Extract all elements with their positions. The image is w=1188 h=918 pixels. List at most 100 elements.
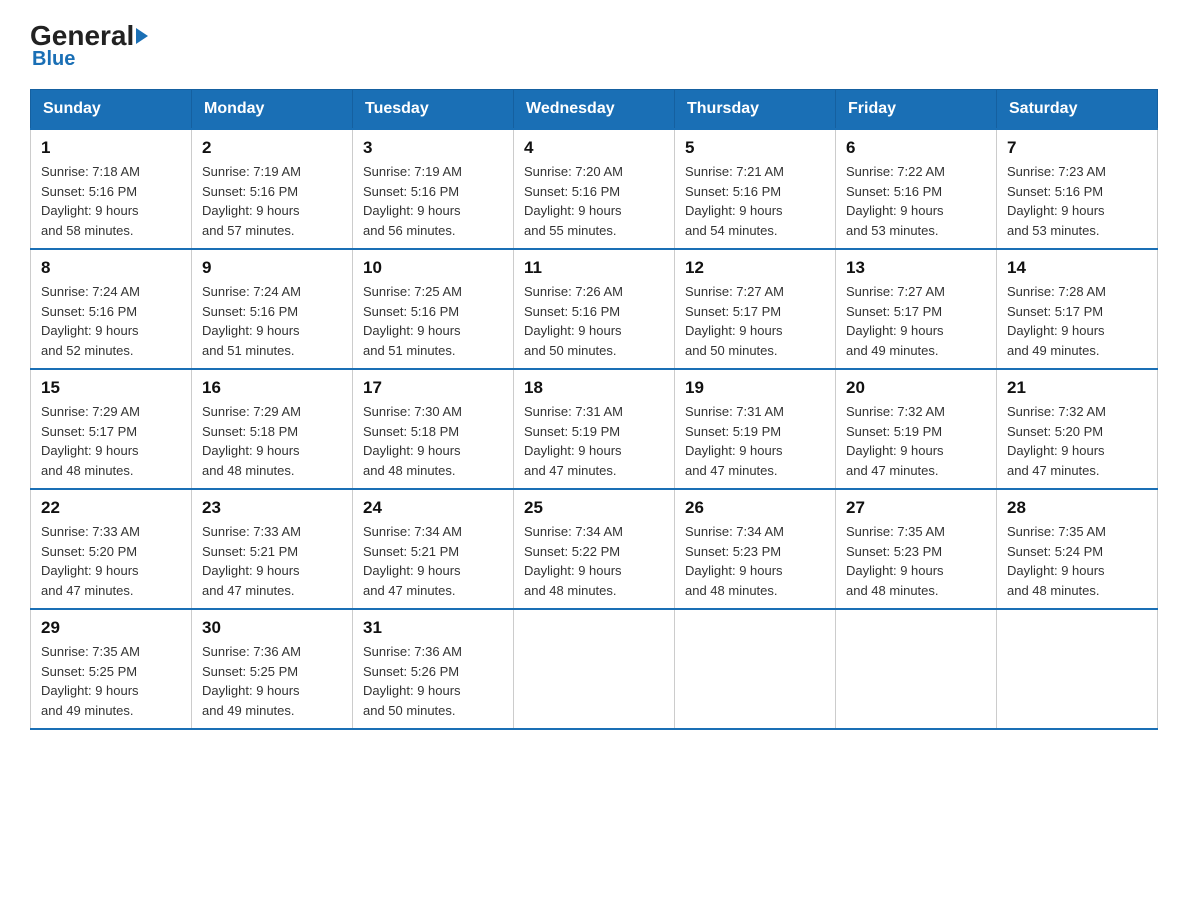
day-info: Sunrise: 7:36 AMSunset: 5:25 PMDaylight:…	[202, 642, 342, 720]
column-header-tuesday: Tuesday	[353, 90, 514, 130]
day-number: 21	[1007, 378, 1147, 398]
calendar-cell: 21 Sunrise: 7:32 AMSunset: 5:20 PMDayligh…	[997, 369, 1158, 489]
calendar-week-5: 29Sunrise: 7:35 AMSunset: 5:25 PMDayligh…	[31, 609, 1158, 729]
day-number: 22	[41, 498, 181, 518]
day-number: 9	[202, 258, 342, 278]
day-info: Sunrise: 7:34 AMSunset: 5:21 PMDaylight:…	[363, 522, 503, 600]
column-header-friday: Friday	[836, 90, 997, 130]
calendar-cell: 17 Sunrise: 7:30 AMSunset: 5:18 PMDayligh…	[353, 369, 514, 489]
day-number: 24	[363, 498, 503, 518]
day-info: Sunrise: 7:24 AMSunset: 5:16 PMDaylight:…	[202, 282, 342, 360]
day-info: Sunrise: 7:29 AMSunset: 5:17 PMDaylight:…	[41, 402, 181, 480]
calendar-cell: 31Sunrise: 7:36 AMSunset: 5:26 PMDayligh…	[353, 609, 514, 729]
calendar-cell: 22Sunrise: 7:33 AMSunset: 5:20 PMDayligh…	[31, 489, 192, 609]
calendar-cell: 3Sunrise: 7:19 AMSunset: 5:16 PMDaylight…	[353, 129, 514, 249]
calendar-cell: 6 Sunrise: 7:22 AMSunset: 5:16 PMDaylight…	[836, 129, 997, 249]
column-header-sunday: Sunday	[31, 90, 192, 130]
calendar-cell: 7Sunrise: 7:23 AMSunset: 5:16 PMDaylight…	[997, 129, 1158, 249]
calendar-cell: 15 Sunrise: 7:29 AMSunset: 5:17 PMDayligh…	[31, 369, 192, 489]
day-number: 10	[363, 258, 503, 278]
day-info: Sunrise: 7:21 AMSunset: 5:16 PMDaylight:…	[685, 162, 825, 240]
day-number: 28	[1007, 498, 1147, 518]
day-number: 8	[41, 258, 181, 278]
calendar-cell: 13 Sunrise: 7:27 AMSunset: 5:17 PMDayligh…	[836, 249, 997, 369]
day-number: 14	[1007, 258, 1147, 278]
day-info: Sunrise: 7:25 AMSunset: 5:16 PMDaylight:…	[363, 282, 503, 360]
day-number: 27	[846, 498, 986, 518]
calendar-week-1: 1 Sunrise: 7:18 AMSunset: 5:16 PMDaylight…	[31, 129, 1158, 249]
day-info: Sunrise: 7:31 AMSunset: 5:19 PMDaylight:…	[685, 402, 825, 480]
calendar-cell: 11Sunrise: 7:26 AMSunset: 5:16 PMDayligh…	[514, 249, 675, 369]
day-info: Sunrise: 7:34 AMSunset: 5:22 PMDaylight:…	[524, 522, 664, 600]
day-info: Sunrise: 7:19 AMSunset: 5:16 PMDaylight:…	[363, 162, 503, 240]
calendar-header-row: SundayMondayTuesdayWednesdayThursdayFrid…	[31, 90, 1158, 130]
day-info: Sunrise: 7:28 AMSunset: 5:17 PMDaylight:…	[1007, 282, 1147, 360]
day-number: 17	[363, 378, 503, 398]
day-info: Sunrise: 7:32 AMSunset: 5:20 PMDaylight:…	[1007, 402, 1147, 480]
day-number: 23	[202, 498, 342, 518]
day-info: Sunrise: 7:36 AMSunset: 5:26 PMDaylight:…	[363, 642, 503, 720]
day-number: 2	[202, 138, 342, 158]
day-number: 25	[524, 498, 664, 518]
page-header: General Blue	[30, 20, 1158, 71]
calendar-cell: 23 Sunrise: 7:33 AMSunset: 5:21 PMDayligh…	[192, 489, 353, 609]
day-info: Sunrise: 7:33 AMSunset: 5:21 PMDaylight:…	[202, 522, 342, 600]
calendar-cell: 24 Sunrise: 7:34 AMSunset: 5:21 PMDayligh…	[353, 489, 514, 609]
calendar-week-4: 22Sunrise: 7:33 AMSunset: 5:20 PMDayligh…	[31, 489, 1158, 609]
day-info: Sunrise: 7:19 AMSunset: 5:16 PMDaylight:…	[202, 162, 342, 240]
logo-blue: Blue	[32, 48, 75, 71]
day-info: Sunrise: 7:32 AMSunset: 5:19 PMDaylight:…	[846, 402, 986, 480]
calendar-cell: 27Sunrise: 7:35 AMSunset: 5:23 PMDayligh…	[836, 489, 997, 609]
logo-triangle-icon	[136, 28, 148, 44]
calendar-cell: 5 Sunrise: 7:21 AMSunset: 5:16 PMDaylight…	[675, 129, 836, 249]
day-info: Sunrise: 7:26 AMSunset: 5:16 PMDaylight:…	[524, 282, 664, 360]
calendar-cell: 19 Sunrise: 7:31 AMSunset: 5:19 PMDayligh…	[675, 369, 836, 489]
day-number: 20	[846, 378, 986, 398]
day-number: 19	[685, 378, 825, 398]
day-number: 1	[41, 138, 181, 158]
column-header-wednesday: Wednesday	[514, 90, 675, 130]
calendar-cell: 12Sunrise: 7:27 AMSunset: 5:17 PMDayligh…	[675, 249, 836, 369]
day-info: Sunrise: 7:22 AMSunset: 5:16 PMDaylight:…	[846, 162, 986, 240]
column-header-thursday: Thursday	[675, 90, 836, 130]
calendar-cell	[514, 609, 675, 729]
day-info: Sunrise: 7:30 AMSunset: 5:18 PMDaylight:…	[363, 402, 503, 480]
column-header-monday: Monday	[192, 90, 353, 130]
calendar-cell: 8 Sunrise: 7:24 AMSunset: 5:16 PMDaylight…	[31, 249, 192, 369]
calendar-cell: 30 Sunrise: 7:36 AMSunset: 5:25 PMDayligh…	[192, 609, 353, 729]
day-number: 18	[524, 378, 664, 398]
day-number: 13	[846, 258, 986, 278]
calendar-table: SundayMondayTuesdayWednesdayThursdayFrid…	[30, 89, 1158, 730]
day-number: 6	[846, 138, 986, 158]
calendar-cell: 18 Sunrise: 7:31 AMSunset: 5:19 PMDayligh…	[514, 369, 675, 489]
day-info: Sunrise: 7:27 AMSunset: 5:17 PMDaylight:…	[846, 282, 986, 360]
calendar-cell: 2 Sunrise: 7:19 AMSunset: 5:16 PMDaylight…	[192, 129, 353, 249]
column-header-saturday: Saturday	[997, 90, 1158, 130]
day-number: 4	[524, 138, 664, 158]
calendar-cell: 28 Sunrise: 7:35 AMSunset: 5:24 PMDayligh…	[997, 489, 1158, 609]
day-info: Sunrise: 7:35 AMSunset: 5:24 PMDaylight:…	[1007, 522, 1147, 600]
day-info: Sunrise: 7:35 AMSunset: 5:25 PMDaylight:…	[41, 642, 181, 720]
calendar-cell: 25 Sunrise: 7:34 AMSunset: 5:22 PMDayligh…	[514, 489, 675, 609]
calendar-cell: 9 Sunrise: 7:24 AMSunset: 5:16 PMDaylight…	[192, 249, 353, 369]
day-number: 30	[202, 618, 342, 638]
calendar-cell	[997, 609, 1158, 729]
day-info: Sunrise: 7:29 AMSunset: 5:18 PMDaylight:…	[202, 402, 342, 480]
day-info: Sunrise: 7:31 AMSunset: 5:19 PMDaylight:…	[524, 402, 664, 480]
calendar-cell: 14 Sunrise: 7:28 AMSunset: 5:17 PMDayligh…	[997, 249, 1158, 369]
day-number: 16	[202, 378, 342, 398]
day-number: 26	[685, 498, 825, 518]
day-number: 5	[685, 138, 825, 158]
day-info: Sunrise: 7:18 AMSunset: 5:16 PMDaylight:…	[41, 162, 181, 240]
calendar-cell: 10 Sunrise: 7:25 AMSunset: 5:16 PMDayligh…	[353, 249, 514, 369]
calendar-cell	[675, 609, 836, 729]
day-number: 15	[41, 378, 181, 398]
calendar-cell: 29Sunrise: 7:35 AMSunset: 5:25 PMDayligh…	[31, 609, 192, 729]
calendar-cell: 16 Sunrise: 7:29 AMSunset: 5:18 PMDayligh…	[192, 369, 353, 489]
calendar-cell: 1 Sunrise: 7:18 AMSunset: 5:16 PMDaylight…	[31, 129, 192, 249]
day-info: Sunrise: 7:23 AMSunset: 5:16 PMDaylight:…	[1007, 162, 1147, 240]
day-info: Sunrise: 7:24 AMSunset: 5:16 PMDaylight:…	[41, 282, 181, 360]
day-info: Sunrise: 7:27 AMSunset: 5:17 PMDaylight:…	[685, 282, 825, 360]
calendar-cell: 26Sunrise: 7:34 AMSunset: 5:23 PMDayligh…	[675, 489, 836, 609]
calendar-week-2: 8 Sunrise: 7:24 AMSunset: 5:16 PMDaylight…	[31, 249, 1158, 369]
